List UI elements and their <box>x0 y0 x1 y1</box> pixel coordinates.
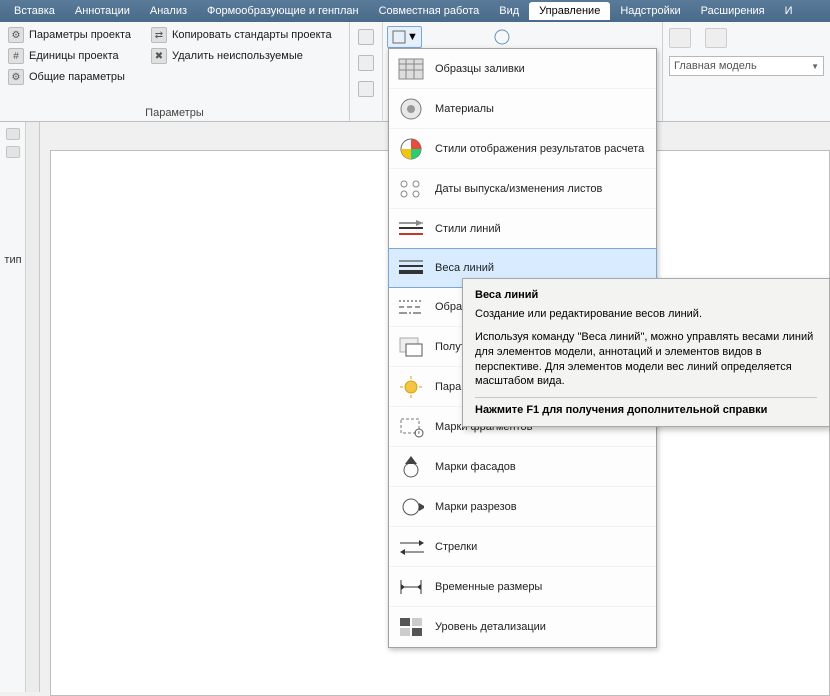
tab-manage[interactable]: Управление <box>529 2 610 20</box>
project-units-label: Единицы проекта <box>29 50 119 62</box>
tab-more[interactable]: И <box>775 2 803 20</box>
elevation-tag-icon <box>397 454 425 480</box>
dock-handle-1[interactable] <box>6 128 20 140</box>
small-btn-globe[interactable] <box>490 26 514 48</box>
callout-tag-icon <box>397 414 425 440</box>
grid-icon-3 <box>358 81 374 97</box>
settings-dropdown-icon <box>391 29 407 45</box>
dd-temp-dimensions[interactable]: Временные размеры <box>389 567 656 607</box>
shared-parameters-icon: ⚙ <box>8 69 24 85</box>
tooltip-description-1: Создание или редактирование весов линий. <box>475 307 817 322</box>
dock-handle-2[interactable] <box>6 146 20 158</box>
project-parameters-label: Параметры проекта <box>29 29 131 41</box>
dd-label: Образцы заливки <box>435 63 525 75</box>
dd-analysis-display[interactable]: Стили отображения результатов расчета <box>389 129 656 169</box>
dd-elevation-tags[interactable]: Марки фасадов <box>389 447 656 487</box>
ribbon-panel-settings: ⚙ Параметры проекта # Единицы проекта ⚙ … <box>0 22 350 121</box>
halftone-icon <box>397 334 425 360</box>
dd-fill-patterns[interactable]: Образцы заливки <box>389 49 656 89</box>
dd-label: Марки фасадов <box>435 461 516 473</box>
tooltip-title: Веса линий <box>475 289 817 301</box>
tab-strip: Вставка Аннотации Анализ Формообразующие… <box>0 0 830 22</box>
project-parameters-button[interactable]: ⚙ Параметры проекта <box>6 26 133 44</box>
purge-unused-label: Удалить неиспользуемые <box>172 50 303 62</box>
type-selector-label: тип <box>0 254 26 266</box>
materials-icon <box>397 96 425 122</box>
right-icon-2[interactable] <box>705 28 727 48</box>
arrowheads-icon <box>397 534 425 560</box>
purge-unused-icon: ✖ <box>151 48 167 64</box>
dd-label: Марки разрезов <box>435 501 517 513</box>
dd-label: Веса линий <box>435 262 494 274</box>
right-icon-1[interactable] <box>669 28 691 48</box>
dd-detail-level[interactable]: Уровень детализации <box>389 607 656 647</box>
tab-extensions[interactable]: Расширения <box>691 2 775 20</box>
dd-materials[interactable]: Материалы <box>389 89 656 129</box>
dd-arrowheads[interactable]: Стрелки <box>389 527 656 567</box>
tab-massing[interactable]: Формообразующие и генплан <box>197 2 369 20</box>
line-weights-icon <box>397 255 425 281</box>
tab-view[interactable]: Вид <box>489 2 529 20</box>
shared-parameters-label: Общие параметры <box>29 71 125 83</box>
dd-label: Стили линий <box>435 223 501 235</box>
line-styles-icon <box>397 216 425 242</box>
dd-line-styles[interactable]: Стили линий <box>389 209 656 249</box>
dd-label: Уровень детализации <box>435 621 546 633</box>
tooltip-help-text: Нажмите F1 для получения дополнительной … <box>475 404 817 416</box>
tooltip-divider <box>475 397 817 398</box>
purge-unused-button[interactable]: ✖ Удалить неиспользуемые <box>149 47 334 65</box>
project-units-button[interactable]: # Единицы проекта <box>6 47 133 65</box>
left-dock <box>0 122 26 692</box>
model-select-dropdown[interactable]: Главная модель ▼ <box>669 56 824 76</box>
project-units-icon: # <box>8 48 24 64</box>
dd-sheet-issues[interactable]: Даты выпуска/изменения листов <box>389 169 656 209</box>
project-parameters-icon: ⚙ <box>8 27 24 43</box>
dd-label: Материалы <box>435 103 494 115</box>
dd-label: Стрелки <box>435 541 477 553</box>
line-patterns-icon <box>397 294 425 320</box>
detail-level-icon <box>397 614 425 640</box>
transfer-standards-label: Копировать стандарты проекта <box>172 29 332 41</box>
ribbon-icon-column-1 <box>350 22 382 121</box>
dd-section-tags[interactable]: Марки разрезов <box>389 487 656 527</box>
ribbon-right-panel: Главная модель ▼ <box>662 22 830 121</box>
tab-analyze[interactable]: Анализ <box>140 2 197 20</box>
small-btn-2[interactable] <box>354 52 378 74</box>
tooltip-line-weights: Веса линий Создание или редактирование в… <box>462 278 830 427</box>
transfer-standards-icon: ⇄ <box>151 27 167 43</box>
small-btn-3[interactable] <box>354 78 378 100</box>
dd-label: Временные размеры <box>435 581 542 593</box>
tab-collaborate[interactable]: Совместная работа <box>369 2 490 20</box>
small-btn-1[interactable] <box>354 26 378 48</box>
grid-icon <box>358 29 374 45</box>
analysis-display-icon <box>397 136 425 162</box>
grid-icon-2 <box>358 55 374 71</box>
fill-pattern-icon <box>397 56 425 82</box>
tab-addins[interactable]: Надстройки <box>610 2 690 20</box>
globe-icon <box>493 28 511 46</box>
additional-settings-split-button[interactable]: ▼ <box>387 26 422 48</box>
tab-insert[interactable]: Вставка <box>4 2 65 20</box>
chevron-down-icon: ▼ <box>811 62 819 71</box>
sheet-issues-icon <box>397 176 425 202</box>
section-tag-icon <box>397 494 425 520</box>
left-split-handle[interactable] <box>26 122 40 692</box>
temp-dimensions-icon <box>397 574 425 600</box>
panel-title-settings: Параметры <box>6 105 343 119</box>
dd-label: Даты выпуска/изменения листов <box>435 183 602 195</box>
shared-parameters-button[interactable]: ⚙ Общие параметры <box>6 68 133 86</box>
transfer-standards-button[interactable]: ⇄ Копировать стандарты проекта <box>149 26 334 44</box>
tab-annotations[interactable]: Аннотации <box>65 2 140 20</box>
sun-icon <box>397 374 425 400</box>
dd-label: Стили отображения результатов расчета <box>435 143 644 155</box>
tooltip-description-2: Используя команду "Веса линий", можно уп… <box>475 330 817 389</box>
model-select-label: Главная модель <box>674 60 757 72</box>
chevron-down-icon: ▼ <box>407 31 418 43</box>
